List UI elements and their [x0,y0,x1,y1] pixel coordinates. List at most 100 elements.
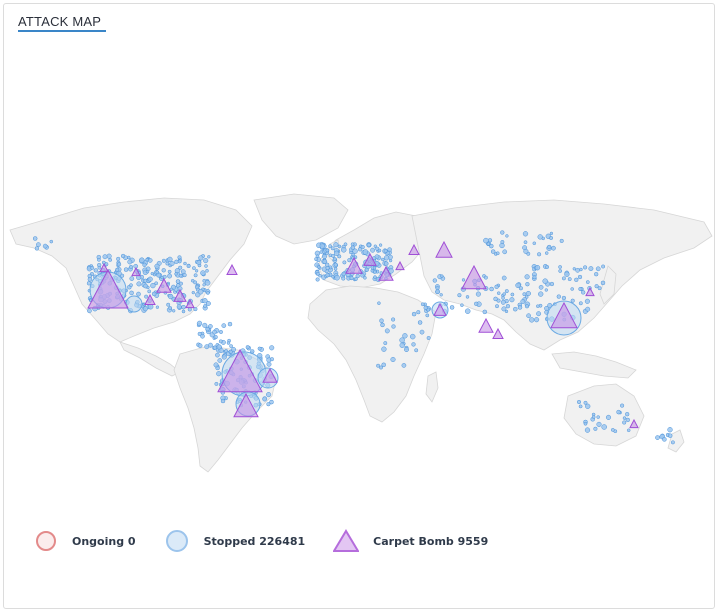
stopped-attack-dot [198,255,204,261]
stopped-attack-dot [340,247,347,253]
stopped-attack-dot [489,286,494,292]
stopped-attack-dot [594,272,599,277]
stopped-attack-dot [399,337,405,343]
stopped-attack-dot [177,259,182,264]
stopped-attack-dot [510,292,515,297]
stopped-attack-dot [325,266,330,271]
stopped-attack-dot [591,415,596,419]
landmass-greenland [253,193,349,245]
stopped-attack-dot [120,253,126,259]
stopped-attack-dot [167,293,174,300]
stopped-attack-dot [536,304,540,308]
landmass-southeast-asia [551,351,637,379]
stopped-attack-dot [42,243,48,249]
stopped-attack-dot [529,317,535,323]
stopped-attack-dot [505,234,509,238]
stopped-attack-dot [49,239,54,244]
stopped-attack-dot [583,265,588,270]
stopped-attack-dot [584,427,591,433]
stopped-attack-dot [322,254,327,259]
stopped-attack-dot [172,309,176,313]
stopped-attack-dot [180,269,186,274]
stopped-attack-dot [177,255,182,260]
stopped-attack-dot [384,261,389,266]
stopped-attack-dot [576,399,582,405]
legend-item-carpet-bomb[interactable]: Carpet Bomb 9559 [333,529,488,553]
stopped-attack-dot [142,306,148,312]
landmass-africa [307,285,437,423]
stopped-attack-dot [181,309,186,314]
stopped-attack-dot [449,305,455,310]
stopped-attack-dot [556,294,561,299]
stopped-attack-dot [525,282,530,287]
stopped-attack-dot [370,247,376,253]
stopped-attack-dot [165,261,170,266]
stopped-attack-dot [161,268,166,273]
attack-map-card: ATTACK MAP Ongoing 0 Stopped 226481 Carp… [3,3,715,609]
stopped-attack-dot [378,243,383,247]
stopped-attack-dot [190,278,195,283]
stopped-attack-dot [549,236,554,240]
stopped-attack-dot [399,342,405,348]
stopped-attack-dot [524,304,530,309]
stopped-attack-dot [142,262,147,267]
stopped-attack-dot [187,307,192,312]
stopped-attack-dot [207,255,211,259]
stopped-attack-dot [208,342,213,348]
stopped-attack-dot [523,240,528,245]
circle-red-icon [36,531,56,551]
stopped-attack-dot [220,398,226,404]
stopped-attack-dot [266,402,271,407]
stopped-attack-dot [197,343,203,349]
stopped-attack-dot [595,266,601,272]
stopped-attack-dot [145,269,150,274]
stopped-attack-dot [601,264,606,269]
legend-label-stopped: Stopped 226481 [203,534,306,548]
stopped-attack-dot [423,305,428,310]
landmass-central-america [119,341,181,377]
stopped-attack-dot [372,266,377,270]
stopped-attack-dot [32,236,38,241]
stopped-attack-dot [139,257,145,263]
stopped-attack-dot [203,304,208,308]
stopped-attack-dot [411,342,416,347]
stopped-attack-dot [419,329,425,335]
stopped-attack-dot [482,309,488,315]
stopped-attack-dot [379,318,384,323]
stopped-attack-dot [594,284,599,289]
stopped-attack-dot [168,306,173,310]
stopped-attack-dot [129,290,134,296]
map-legend: Ongoing 0 Stopped 226481 Carpet Bomb 955… [34,528,516,554]
stopped-attack-dot [115,267,120,272]
stopped-attack-dot [584,298,590,304]
stopped-attack-dot [570,287,574,291]
stopped-attack-dot [213,335,218,340]
landmass-australia [563,383,645,447]
legend-item-ongoing[interactable]: Ongoing 0 [34,529,136,553]
stopped-attack-dot [667,433,673,438]
stopped-attack-dot [200,333,205,339]
stopped-attack-dot [221,323,227,328]
stopped-attack-dot [502,292,506,296]
stopped-attack-dot [325,248,330,253]
stopped-attack-dot [496,291,501,295]
stopped-attack-dot [116,256,121,261]
stopped-attack-dot [147,258,153,263]
stopped-attack-dot [229,344,233,348]
stopped-attack-dot [578,286,583,292]
stopped-attack-dot [626,428,631,433]
stopped-attack-dot [583,421,588,426]
stopped-attack-dot [197,288,204,295]
world-map[interactable] [4,4,716,610]
legend-item-stopped[interactable]: Stopped 226481 [164,528,306,554]
stopped-attack-dot [315,271,320,276]
stopped-attack-dot [549,231,554,236]
stopped-attack-dot [383,255,390,261]
stopped-attack-dot [493,296,498,302]
stopped-attack-dot [136,291,141,297]
stopped-attack-dot [575,267,580,273]
stopped-attack-dot [108,258,113,262]
stopped-attack-dot [212,329,217,335]
stopped-attack-dot [331,254,335,258]
stopped-attack-dot [203,258,209,264]
